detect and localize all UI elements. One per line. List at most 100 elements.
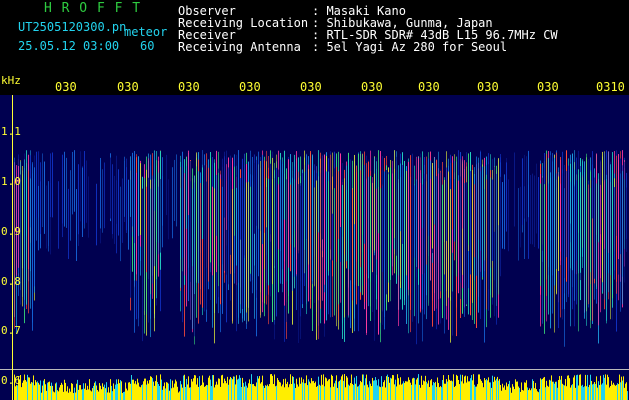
level-bar xyxy=(195,375,196,400)
echo-streak xyxy=(548,183,549,276)
level-bar xyxy=(231,378,232,400)
level-bar xyxy=(589,384,590,400)
echo-streak xyxy=(46,185,47,249)
level-bar xyxy=(257,376,258,400)
level-bar xyxy=(292,376,293,400)
level-bar xyxy=(477,384,478,400)
level-bar xyxy=(320,385,321,400)
level-bar xyxy=(321,374,322,400)
level-bar xyxy=(471,375,472,400)
level-bar xyxy=(472,380,473,400)
level-bar xyxy=(441,387,442,400)
level-bar xyxy=(580,374,581,400)
level-bar xyxy=(119,383,120,400)
level-bar xyxy=(256,382,257,400)
echo-streak xyxy=(354,154,355,225)
level-bar xyxy=(129,382,130,400)
echo-streak xyxy=(174,159,175,221)
echo-streak xyxy=(120,186,121,262)
level-bar xyxy=(283,379,284,400)
echo-streak xyxy=(322,154,323,240)
echo-streak xyxy=(590,170,591,329)
level-bar xyxy=(334,383,335,400)
level-bar xyxy=(503,387,504,400)
echo-streak xyxy=(182,151,183,258)
level-bar xyxy=(40,380,41,400)
echo-streak xyxy=(216,175,217,236)
level-bar xyxy=(137,378,138,400)
echo-streak xyxy=(76,189,77,261)
echo-streak xyxy=(212,186,213,276)
echo-streak xyxy=(482,166,483,277)
echo-streak xyxy=(552,153,553,226)
echo-streak xyxy=(374,173,375,251)
level-bar xyxy=(265,385,266,400)
level-bar xyxy=(128,382,129,400)
echo-streak xyxy=(456,156,457,277)
level-bar xyxy=(261,382,262,400)
level-bar xyxy=(450,380,451,400)
level-bar xyxy=(205,386,206,400)
echo-streak xyxy=(530,175,531,244)
level-bar xyxy=(532,379,533,400)
echo-streak xyxy=(82,167,83,238)
echo-streak xyxy=(596,183,597,289)
level-bar xyxy=(35,380,36,400)
level-bar xyxy=(94,382,95,400)
x-tick: 030 xyxy=(537,80,559,94)
level-bar xyxy=(318,376,319,400)
level-bar xyxy=(50,385,51,400)
echo-streak xyxy=(330,154,331,261)
echo-streak xyxy=(244,153,245,259)
echo-streak xyxy=(110,157,111,219)
level-bar xyxy=(181,384,182,400)
level-bar xyxy=(407,381,408,400)
level-bar xyxy=(535,382,536,400)
level-bar xyxy=(378,379,379,400)
level-bar xyxy=(335,380,336,400)
echo-streak xyxy=(560,184,561,252)
level-bar xyxy=(81,389,82,400)
x-tick: 030 xyxy=(239,80,261,94)
level-bar xyxy=(499,379,500,400)
level-bar xyxy=(275,386,276,400)
level-bar xyxy=(63,391,64,400)
level-bar xyxy=(255,386,256,400)
level-bar xyxy=(349,385,350,400)
echo-streak xyxy=(562,151,563,310)
level-bar xyxy=(371,386,372,400)
level-bar xyxy=(414,378,415,400)
level-bar xyxy=(296,378,297,400)
echo-streak xyxy=(444,179,445,275)
level-bar xyxy=(479,374,480,400)
level-bar xyxy=(27,374,28,400)
echo-streak xyxy=(254,162,255,234)
level-bar xyxy=(363,374,364,400)
level-bar xyxy=(248,383,249,400)
echo-streak xyxy=(224,156,225,271)
level-bar xyxy=(135,381,136,400)
level-bar xyxy=(410,382,411,400)
echo-streak xyxy=(408,161,409,290)
level-bar xyxy=(151,376,152,400)
level-bar xyxy=(561,375,562,400)
level-bar xyxy=(385,387,386,400)
level-bar xyxy=(340,379,341,400)
echo-streak xyxy=(472,169,473,303)
level-bar xyxy=(179,391,180,400)
echo-streak xyxy=(386,170,387,295)
level-bar xyxy=(342,374,343,400)
echo-streak xyxy=(316,180,317,340)
level-bar xyxy=(403,381,404,400)
level-bar xyxy=(272,375,273,400)
echo-streak xyxy=(526,156,527,222)
y-tick: 0.9 xyxy=(1,225,21,238)
echo-streak xyxy=(404,160,405,301)
echo-streak xyxy=(610,164,611,249)
echo-streak xyxy=(270,183,271,297)
level-bar xyxy=(452,381,453,400)
interval: 60 xyxy=(140,39,155,53)
level-bar xyxy=(444,383,445,400)
level-bar xyxy=(602,383,603,400)
level-bar xyxy=(431,379,432,400)
